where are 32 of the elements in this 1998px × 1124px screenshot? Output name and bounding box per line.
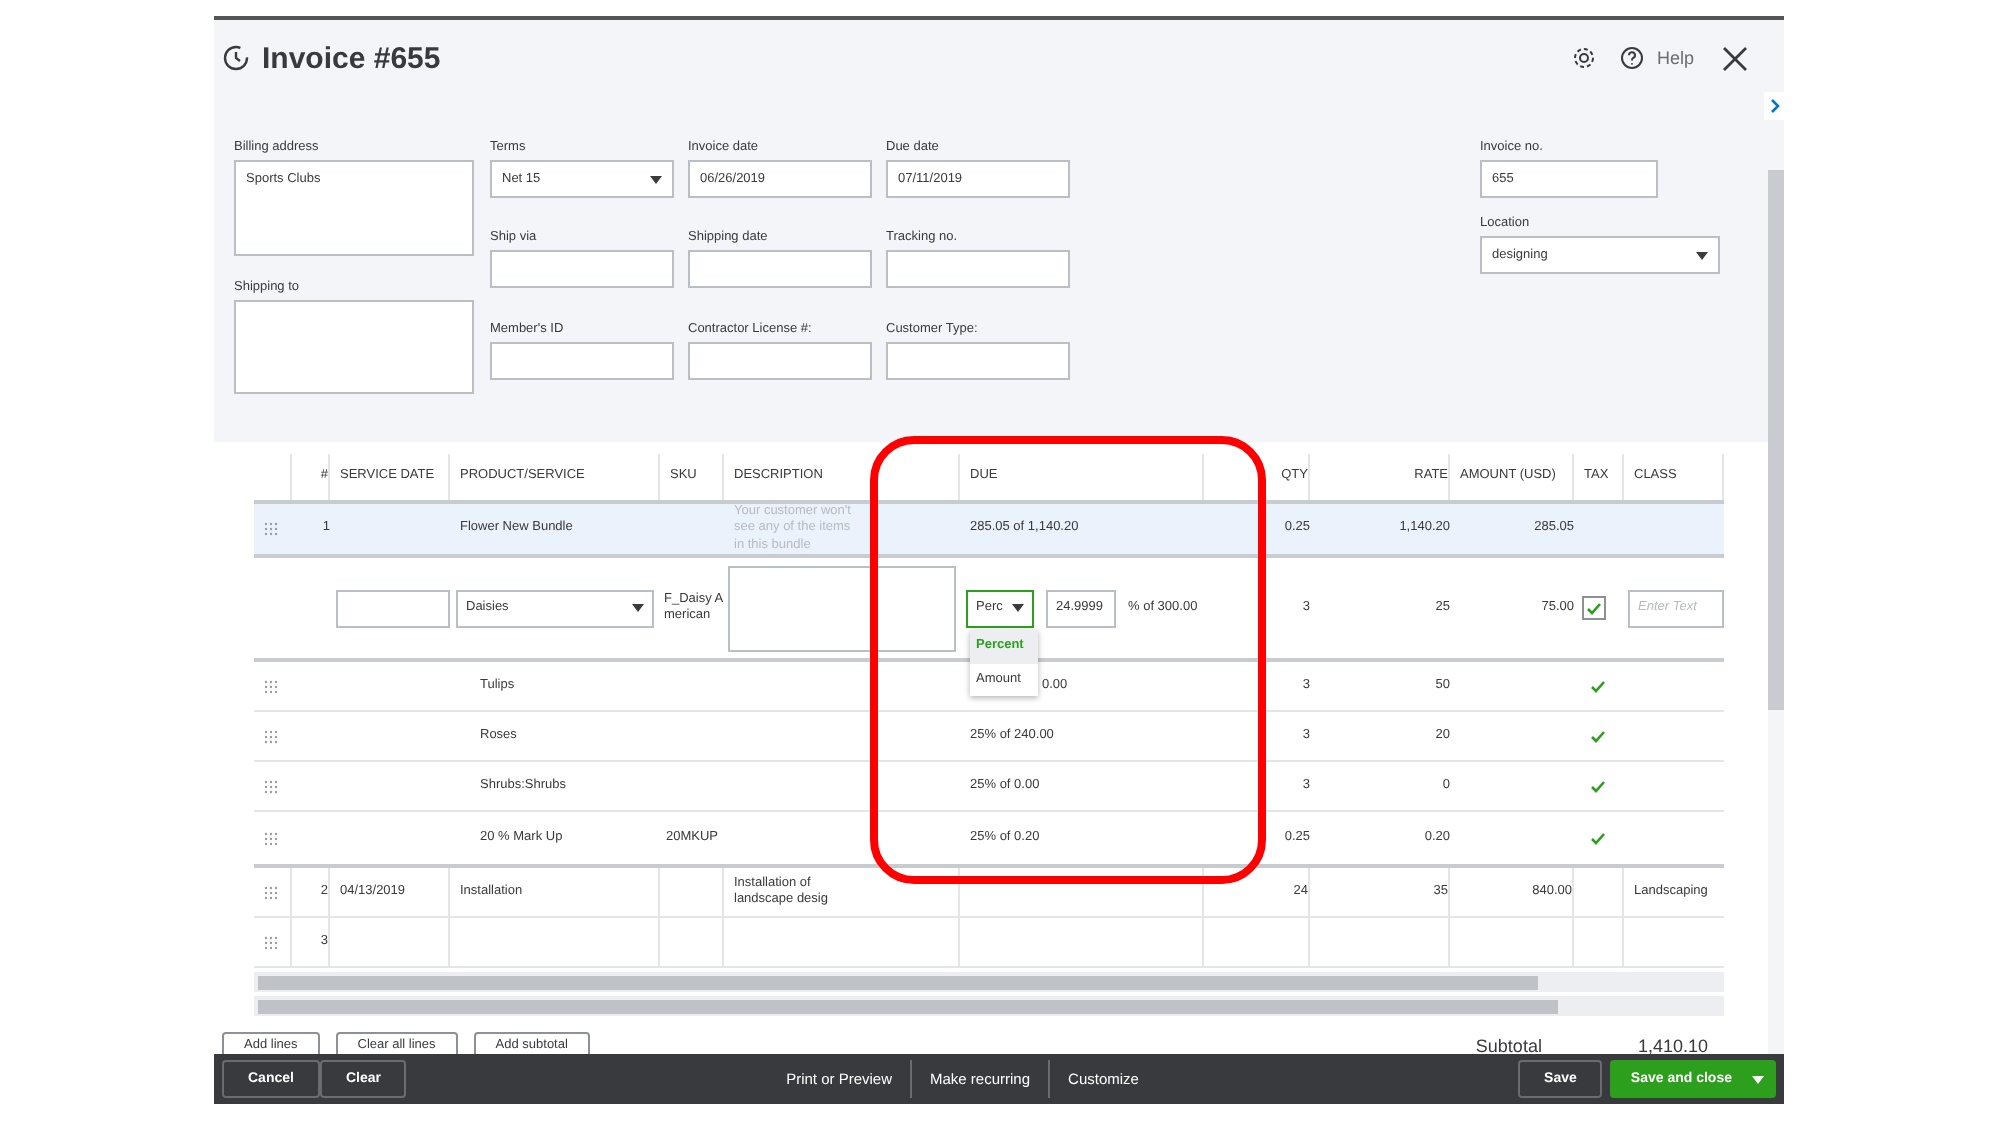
drag-handle-icon[interactable] xyxy=(264,779,278,794)
input-field[interactable] xyxy=(886,341,1070,380)
shipping-address-field[interactable] xyxy=(234,300,474,394)
help-link[interactable]: Help xyxy=(1656,48,1694,68)
input-field[interactable] xyxy=(688,250,872,289)
drag-handle-icon[interactable] xyxy=(264,522,278,537)
drag-handle-icon[interactable] xyxy=(264,679,278,694)
description-field[interactable] xyxy=(728,565,956,652)
history-icon[interactable] xyxy=(222,44,250,72)
drag-handle-icon[interactable] xyxy=(264,729,278,744)
drag-handle-icon[interactable] xyxy=(264,885,278,900)
input-field[interactable] xyxy=(688,341,872,380)
input-field[interactable] xyxy=(490,341,674,380)
drag-handle-icon[interactable] xyxy=(264,935,278,950)
caret-icon xyxy=(1752,1075,1764,1083)
caret-icon xyxy=(632,604,644,613)
input-field[interactable] xyxy=(886,250,1070,289)
settings-icon[interactable] xyxy=(1572,46,1597,70)
chevron-icon xyxy=(1769,98,1779,114)
subtotal-value: 1,410.10 xyxy=(1637,1035,1708,1056)
input-field[interactable] xyxy=(490,250,674,289)
caret-icon xyxy=(1696,251,1708,259)
tax-checkbox[interactable] xyxy=(1582,596,1606,621)
collapse-button[interactable] xyxy=(1764,92,1784,120)
service-date-field[interactable] xyxy=(336,589,450,628)
window-title: Invoice #655 xyxy=(262,41,443,75)
caret-icon xyxy=(650,175,662,183)
subtotal-label: Subtotal xyxy=(1475,1035,1542,1056)
drag-handle-icon[interactable] xyxy=(264,831,278,846)
caret-icon xyxy=(1012,604,1024,613)
close-icon[interactable] xyxy=(1722,45,1748,71)
help-icon[interactable] xyxy=(1620,46,1645,70)
